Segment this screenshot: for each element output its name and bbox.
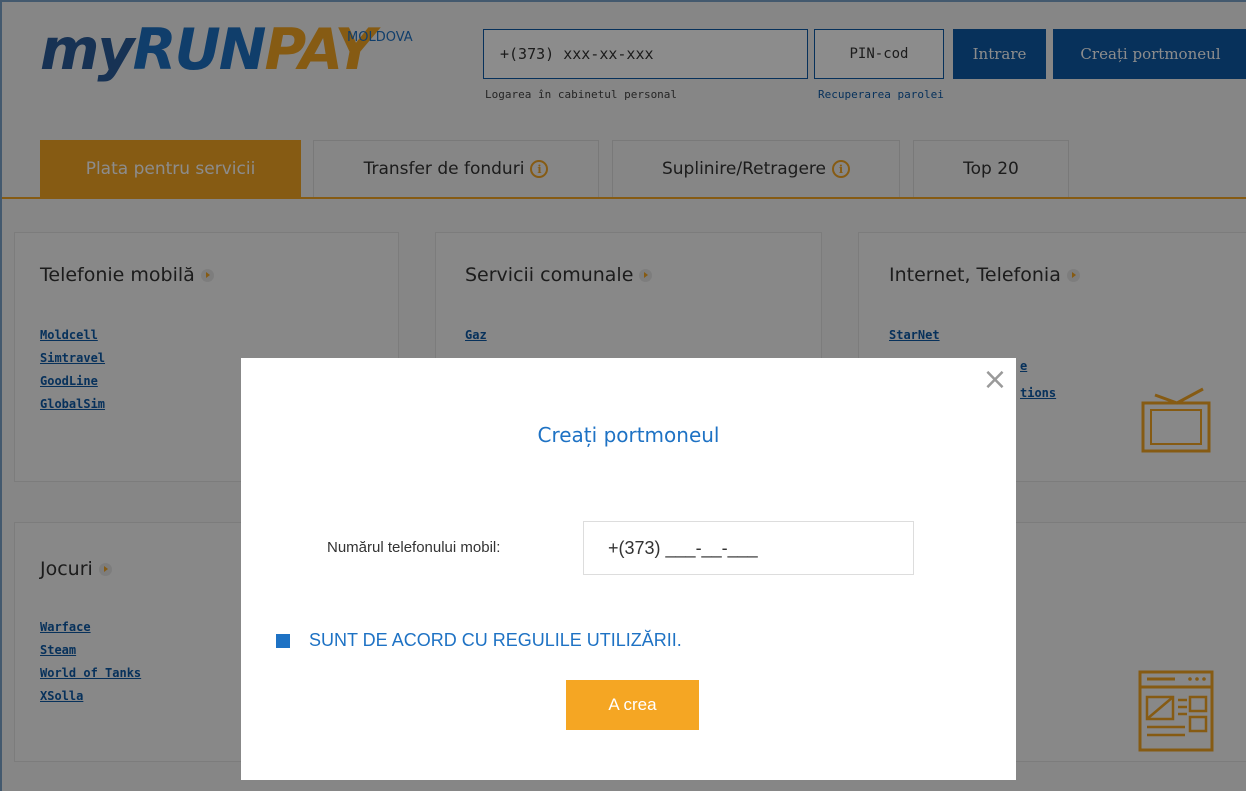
close-icon[interactable]: × bbox=[978, 363, 1012, 397]
create-wallet-modal: × Creați portmoneul Numărul telefonului … bbox=[241, 358, 1016, 780]
phone-label: Numărul telefonului mobil: bbox=[327, 539, 501, 556]
terms-checkbox[interactable] bbox=[276, 634, 290, 648]
create-button[interactable]: A crea bbox=[566, 680, 699, 730]
phone-input[interactable]: +(373) ___-__-___ bbox=[583, 521, 914, 575]
terms-agree-link[interactable]: SUNT DE ACORD CU REGULILE UTILIZĂRII. bbox=[309, 630, 682, 651]
modal-title: Creați portmoneul bbox=[537, 423, 720, 447]
